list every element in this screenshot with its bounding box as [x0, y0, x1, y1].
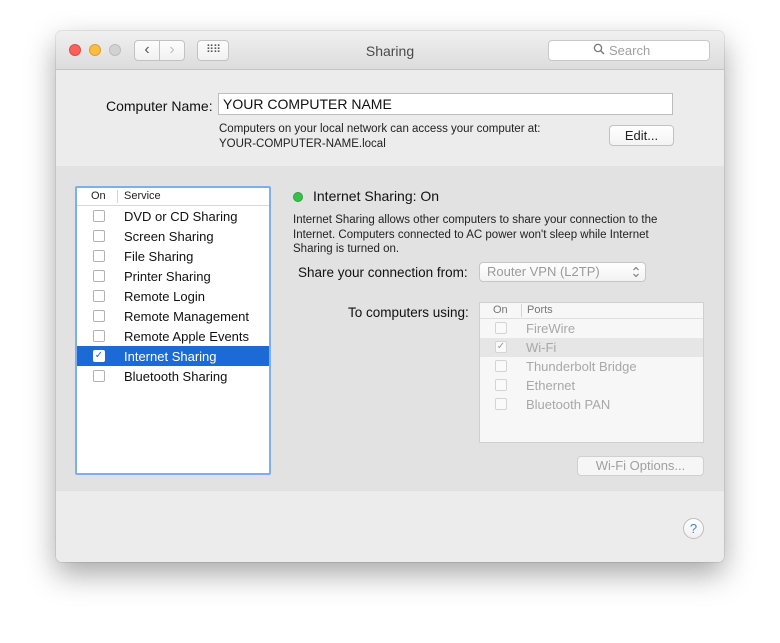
service-checkbox[interactable] [93, 250, 105, 262]
status-indicator-icon [293, 192, 303, 202]
service-label: Internet Sharing [124, 349, 217, 364]
service-label: File Sharing [124, 249, 194, 264]
service-label: Remote Apple Events [124, 329, 250, 344]
column-header-on[interactable]: On [91, 190, 106, 202]
service-row-remote-management[interactable]: Remote Management [77, 306, 269, 326]
port-checkbox[interactable] [495, 379, 507, 391]
service-label: Remote Login [124, 289, 205, 304]
column-header-on[interactable]: On [493, 304, 508, 316]
updown-chevron-icon [632, 263, 640, 287]
local-hostname: YOUR-COMPUTER-NAME.local [219, 137, 386, 150]
port-label: Bluetooth PAN [526, 397, 611, 412]
service-label: Bluetooth Sharing [124, 369, 228, 384]
service-checkbox[interactable]: ✓ [93, 350, 105, 362]
service-checkbox[interactable] [93, 330, 105, 342]
service-checkbox[interactable] [93, 290, 105, 302]
service-label: DVD or CD Sharing [124, 209, 238, 224]
share-from-value: Router VPN (L2TP) [487, 264, 600, 279]
service-row-remote-login[interactable]: Remote Login [77, 286, 269, 306]
title-bar: ‹ › ⠿⠿ Sharing [56, 31, 724, 70]
port-label: Ethernet [526, 378, 576, 393]
edit-button[interactable]: Edit... [609, 125, 674, 146]
service-row-bluetooth-sharing[interactable]: Bluetooth Sharing [77, 366, 269, 386]
port-checkbox[interactable] [495, 360, 507, 372]
column-divider [117, 190, 118, 203]
footer: ? [56, 490, 724, 562]
service-label: Screen Sharing [124, 229, 214, 244]
share-from-label: Share your connection from: [298, 265, 468, 280]
port-row-firewire[interactable]: FireWire [480, 319, 703, 338]
port-row-wifi[interactable]: ✓ Wi-Fi [480, 338, 703, 357]
sharing-window: ‹ › ⠿⠿ Sharing Computer Name: Computers … [56, 31, 724, 562]
service-checkbox[interactable] [93, 270, 105, 282]
search-icon [593, 42, 605, 58]
help-button[interactable]: ? [683, 518, 704, 539]
port-row-bluetooth-pan[interactable]: Bluetooth PAN [480, 395, 703, 414]
service-checkbox[interactable] [93, 210, 105, 222]
search-field[interactable] [548, 40, 710, 61]
port-label: Thunderbolt Bridge [526, 359, 637, 374]
sharing-panel: On Service DVD or CD Sharing Screen Shar… [56, 166, 724, 490]
port-row-thunderbolt-bridge[interactable]: Thunderbolt Bridge [480, 357, 703, 376]
port-label: Wi-Fi [526, 340, 557, 355]
computer-name-label: Computer Name: [106, 98, 213, 114]
column-header-service[interactable]: Service [124, 190, 161, 202]
port-row-ethernet[interactable]: Ethernet [480, 376, 703, 395]
service-status: Internet Sharing: On [313, 188, 440, 204]
share-from-select[interactable]: Router VPN (L2TP) [479, 262, 646, 282]
service-checkbox[interactable] [93, 370, 105, 382]
port-checkbox[interactable] [495, 398, 507, 410]
computer-name-field[interactable] [218, 93, 673, 115]
service-list[interactable]: On Service DVD or CD Sharing Screen Shar… [75, 186, 271, 475]
port-checkbox[interactable] [495, 322, 507, 334]
service-row-dvd-or-cd-sharing[interactable]: DVD or CD Sharing [77, 206, 269, 226]
ports-list-header: On Ports [480, 303, 703, 319]
service-checkbox[interactable] [93, 230, 105, 242]
question-mark-icon: ? [689, 521, 698, 536]
port-label: FireWire [526, 321, 576, 336]
service-row-remote-apple-events[interactable]: Remote Apple Events [77, 326, 269, 346]
service-row-screen-sharing[interactable]: Screen Sharing [77, 226, 269, 246]
column-header-ports[interactable]: Ports [527, 304, 553, 316]
service-list-header: On Service [77, 188, 269, 206]
ports-list[interactable]: On Ports FireWire ✓ Wi-Fi Thunderbolt Br… [479, 302, 704, 443]
wifi-options-button[interactable]: Wi-Fi Options... [577, 456, 704, 476]
port-checkbox[interactable]: ✓ [495, 341, 507, 353]
service-label: Remote Management [124, 309, 250, 324]
service-label: Printer Sharing [124, 269, 211, 284]
service-row-internet-sharing[interactable]: ✓ Internet Sharing [77, 346, 269, 366]
address-description-line: Computers on your local network can acce… [219, 123, 541, 135]
service-description: Internet Sharing allows other computers … [293, 214, 658, 255]
search-input[interactable] [609, 42, 705, 59]
service-row-printer-sharing[interactable]: Printer Sharing [77, 266, 269, 286]
service-checkbox[interactable] [93, 310, 105, 322]
to-computers-label: To computers using: [348, 305, 469, 320]
computer-address-description: Computers on your local network can acce… [219, 122, 541, 151]
column-divider [521, 304, 522, 317]
service-row-file-sharing[interactable]: File Sharing [77, 246, 269, 266]
computer-name-section: Computer Name: Computers on your local n… [56, 70, 724, 166]
